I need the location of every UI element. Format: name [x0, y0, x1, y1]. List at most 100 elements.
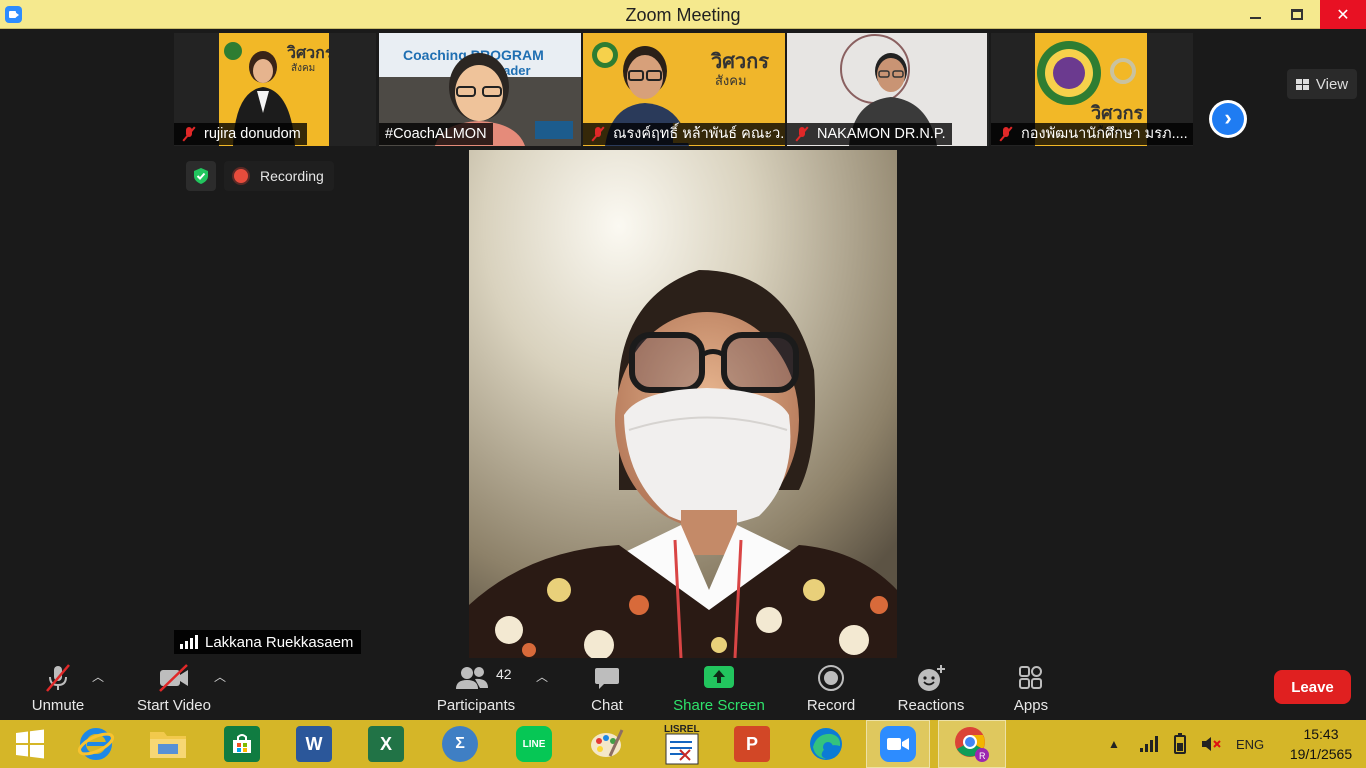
participant-name: NAKAMON DR.N.P.: [817, 126, 946, 142]
windows-taskbar: W X Σ LINE LISREL P R ▲ ENG 15:43 19/1/2…: [0, 720, 1366, 768]
video-off-icon: [156, 662, 192, 694]
word-taskbar-button[interactable]: W: [284, 720, 344, 768]
excel-taskbar-button[interactable]: X: [356, 720, 416, 768]
participant-strip: วิศวกร สังคม rujira donudom Coaching PRO…: [174, 33, 1194, 146]
store-bag-icon: [224, 726, 260, 762]
folder-icon: [150, 732, 186, 758]
cellular-signal-icon: [1140, 736, 1158, 752]
zoom-camera-icon: [880, 726, 916, 762]
participants-button[interactable]: 42 Participants: [432, 658, 520, 720]
close-button[interactable]: ✕: [1320, 0, 1366, 29]
security-shield-button[interactable]: [186, 161, 216, 191]
system-clock[interactable]: 15:43 19/1/2565: [1282, 724, 1360, 764]
svg-text:LISREL: LISREL: [664, 724, 700, 735]
store-taskbar-button[interactable]: [212, 720, 272, 768]
show-hidden-icons-button[interactable]: ▲: [1108, 720, 1120, 768]
powerpoint-taskbar-button[interactable]: P: [722, 720, 782, 768]
record-button[interactable]: Record: [800, 658, 862, 720]
windows-start-button[interactable]: [0, 720, 60, 768]
meeting-area: วิศวกร สังคม rujira donudom Coaching PRO…: [0, 30, 1366, 658]
window-title: Zoom Meeting: [625, 5, 741, 25]
share-screen-button[interactable]: Share Screen: [668, 658, 770, 720]
chrome-icon: R: [955, 727, 989, 762]
start-video-button[interactable]: Start Video: [130, 658, 218, 720]
reactions-button[interactable]: Reactions: [892, 658, 970, 720]
file-explorer-taskbar-button[interactable]: [138, 720, 198, 768]
math-input-taskbar-button[interactable]: Σ: [430, 720, 490, 768]
participants-label: Participants: [436, 697, 516, 714]
participant-name: #CoachALMON: [385, 126, 487, 142]
internet-explorer-taskbar-button[interactable]: [66, 720, 126, 768]
language-label: ENG: [1236, 736, 1265, 752]
participant-thumbnail[interactable]: วิศวกร สังคม rujira donudom: [174, 33, 376, 146]
reactions-label: Reactions: [897, 697, 965, 714]
participant-name-bar: กองพัฒนานักศึกษา มรภ....: [991, 123, 1193, 145]
network-tray-button[interactable]: [1140, 720, 1165, 768]
mic-muted-icon: [999, 126, 1013, 142]
svg-text:วิศวกร: วิศวกร: [286, 44, 329, 62]
minimize-button[interactable]: [1232, 0, 1278, 29]
participant-thumbnail[interactable]: วิศวกร สังคม กองพัฒนานักศึกษา มรภ....: [991, 33, 1193, 146]
edge-taskbar-button[interactable]: [796, 720, 856, 768]
maximize-button[interactable]: [1274, 0, 1320, 29]
participants-count: 42: [496, 666, 512, 682]
recording-label: Recording: [260, 168, 324, 184]
start-video-label: Start Video: [137, 697, 211, 714]
unmute-label: Unmute: [31, 697, 85, 714]
internet-explorer-icon: [77, 728, 115, 760]
unmute-button[interactable]: Unmute: [20, 658, 96, 720]
participant-name: กองพัฒนานักศึกษา มรภ....: [1021, 126, 1188, 142]
svg-text:วิศวกร: วิศวกร: [1090, 103, 1143, 123]
signal-strength-icon: [180, 635, 198, 649]
participant-thumbnail[interactable]: Coaching PROGRAM for Leader #CoachALMON: [379, 33, 581, 146]
apps-button[interactable]: Apps: [1004, 658, 1058, 720]
mic-muted-icon: [795, 126, 809, 142]
title-bar: Zoom Meeting ✕: [0, 0, 1366, 29]
paint-taskbar-button[interactable]: [576, 720, 636, 768]
participant-name-bar: rujira donudom: [174, 123, 307, 145]
lisrel-icon: LISREL: [664, 724, 700, 765]
chevron-up-icon: ▲: [1108, 737, 1120, 751]
language-indicator[interactable]: ENG: [1236, 720, 1264, 768]
line-chat-icon: LINE: [516, 726, 552, 762]
chat-bubble-icon: [589, 662, 625, 694]
participant-name-bar: NAKAMON DR.N.P.: [787, 123, 952, 145]
zoom-taskbar-button[interactable]: [866, 720, 930, 768]
chevron-right-icon: ›: [1212, 103, 1244, 135]
video-options-caret-icon[interactable]: ︿: [214, 668, 226, 685]
leave-button[interactable]: Leave: [1274, 670, 1351, 704]
apps-label: Apps: [1013, 697, 1049, 714]
word-icon: W: [296, 726, 332, 762]
svg-text:สังคม: สังคม: [715, 73, 747, 88]
record-label: Record: [806, 697, 856, 714]
chrome-taskbar-button[interactable]: R: [938, 720, 1006, 768]
audio-options-caret-icon[interactable]: ︿: [92, 668, 104, 685]
record-icon: [813, 662, 849, 694]
mic-muted-icon: [40, 662, 76, 694]
active-speaker-video: [469, 150, 897, 658]
excel-icon: X: [368, 726, 404, 762]
battery-tray-button[interactable]: [1170, 720, 1190, 768]
svg-text:วิศวกร: วิศวกร: [710, 51, 769, 73]
participant-name: rujira donudom: [204, 126, 301, 142]
participant-thumbnail[interactable]: วิศวกร สังคม ณรงค์ฤทธิ์ หล้าพันธ์ คณะว..…: [583, 33, 785, 146]
svg-text:R: R: [979, 751, 986, 761]
gallery-view-icon: [1295, 78, 1309, 90]
reactions-smiley-icon: [913, 662, 949, 694]
recording-dot-icon: [234, 169, 248, 183]
lisrel-taskbar-button[interactable]: LISREL: [652, 720, 712, 768]
recording-indicator[interactable]: Recording: [224, 161, 334, 191]
next-page-button[interactable]: ›: [1209, 100, 1247, 138]
view-button[interactable]: View: [1287, 69, 1357, 99]
edge-icon: [810, 728, 842, 760]
math-sigma-icon: Σ: [442, 726, 478, 762]
battery-icon: [1174, 733, 1186, 754]
participant-name: ณรงค์ฤทธิ์ หล้าพันธ์ คณะว...: [613, 126, 785, 142]
clock-date: 19/1/2565: [1289, 746, 1353, 762]
participants-options-caret-icon[interactable]: ︿: [536, 668, 548, 685]
participant-thumbnail[interactable]: NAKAMON DR.N.P.: [787, 33, 989, 146]
volume-tray-button[interactable]: [1200, 720, 1222, 768]
line-taskbar-button[interactable]: LINE: [504, 720, 564, 768]
chat-button[interactable]: Chat: [575, 658, 639, 720]
mic-muted-icon: [591, 126, 605, 142]
